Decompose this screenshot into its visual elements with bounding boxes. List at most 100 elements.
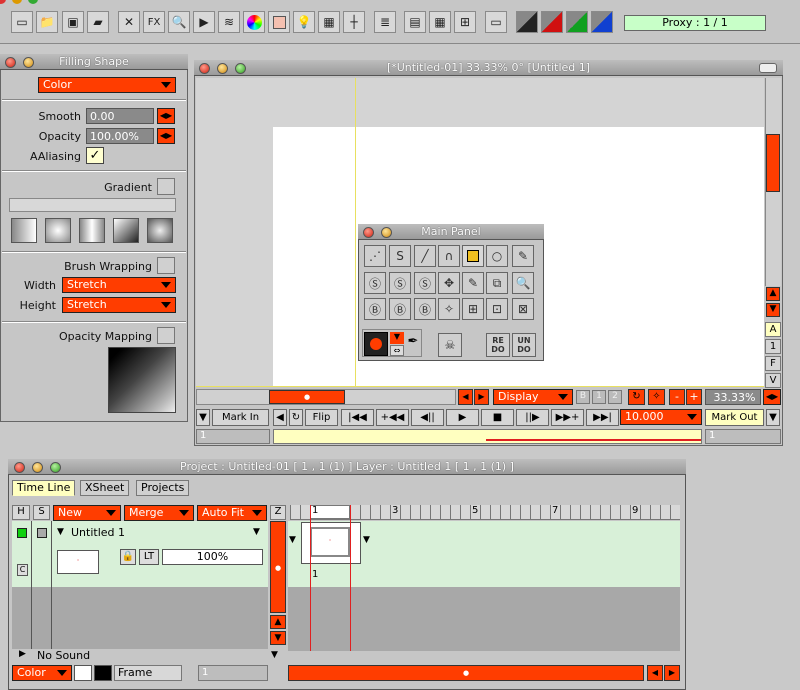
undo-button[interactable]: UN DO [512, 333, 536, 357]
line-tool-icon[interactable]: ╱ [414, 245, 436, 267]
main-panel-close-button[interactable] [363, 227, 374, 238]
layer-thumbnail[interactable]: · [57, 550, 99, 574]
mark-in-button[interactable]: Mark In [212, 409, 269, 426]
arc-tool-icon[interactable]: ∩ [438, 245, 460, 267]
cell-expand-icon[interactable]: ▼ [289, 535, 296, 545]
speaker-icon[interactable]: ◀ [273, 409, 287, 426]
solo-toggle[interactable] [37, 528, 47, 538]
z-scroll-thumb[interactable]: ● [270, 521, 286, 613]
lock-icon[interactable]: 🔒 [120, 549, 136, 565]
opacity-mapping-preview[interactable] [108, 347, 176, 413]
width-select[interactable]: Stretch [62, 277, 176, 293]
frame-slider[interactable] [273, 429, 702, 444]
minimize-button[interactable] [23, 57, 34, 68]
layer-menu-icon[interactable]: ▼ [253, 527, 260, 537]
select-b-circle-tool-icon[interactable]: Ⓑ [389, 298, 411, 320]
last-frame-icon[interactable]: ▶▶| [586, 409, 619, 426]
channel-red-icon[interactable] [541, 11, 563, 33]
select-b-hand-tool-icon[interactable]: Ⓑ [414, 298, 436, 320]
layer-opacity-field[interactable]: 100% [162, 549, 263, 565]
height-select[interactable]: Stretch [62, 297, 176, 313]
zoom-field[interactable]: 33.33% [705, 389, 761, 405]
color-dropdown-icon[interactable]: ▼ [390, 332, 404, 344]
select-s-circle-tool-icon[interactable]: Ⓢ [389, 272, 411, 294]
smooth-field[interactable]: 0.00 [86, 108, 154, 124]
ellipse-tool-icon[interactable]: ○ [486, 245, 508, 267]
display-select[interactable]: Display [493, 389, 573, 405]
smooth-stepper[interactable]: ◀▶ [157, 108, 175, 124]
fast-forward-icon[interactable]: ▶▶+ [551, 409, 584, 426]
project-maximize-button[interactable] [50, 462, 61, 473]
color-swatch-button[interactable] [364, 332, 388, 356]
project-close-button[interactable] [14, 462, 25, 473]
black-swatch[interactable] [94, 665, 112, 681]
fill-mode-select[interactable]: Color [38, 77, 176, 93]
channel-blue-icon[interactable] [591, 11, 613, 33]
quad-icon[interactable]: ⊞ [454, 11, 476, 33]
cell-menu-icon[interactable]: ▼ [363, 535, 370, 545]
flip-button[interactable]: Flip [305, 409, 338, 426]
select-s-tool-icon[interactable]: Ⓢ [364, 272, 386, 294]
panel-icon[interactable]: ▤ [404, 11, 426, 33]
side-button-v[interactable]: V [765, 373, 781, 388]
tools-icon[interactable]: ✕ [118, 11, 140, 33]
fps-select[interactable]: 10.000 [620, 409, 702, 425]
z-scroll-down-button[interactable]: ▼ [270, 631, 286, 645]
project-minimize-button[interactable] [32, 462, 43, 473]
viewer-collapse-icon[interactable] [759, 63, 777, 73]
timeline-scroll-right[interactable]: ▶ [664, 665, 680, 681]
new-file-icon[interactable]: ▭ [11, 11, 33, 33]
layer-name[interactable]: Untitled 1 [71, 526, 125, 539]
loop-icon[interactable]: ↻ [289, 409, 303, 426]
zoom-out-button[interactable]: - [669, 389, 685, 405]
play-button-icon[interactable]: ▶ [446, 409, 479, 426]
scroll-down-button[interactable]: ▼ [766, 303, 780, 317]
gradient-linear-icon[interactable] [11, 218, 37, 243]
swap-icon[interactable]: ⇔ [390, 345, 404, 356]
zoom-stepper[interactable]: ◀▶ [763, 389, 781, 405]
eyedropper-icon[interactable]: ✒ [405, 334, 421, 354]
stack-icon[interactable]: ≣ [374, 11, 396, 33]
zoom-icon[interactable]: 🔍 [168, 11, 190, 33]
viewer-minimize-button[interactable] [217, 63, 228, 74]
channel-green-icon[interactable] [566, 11, 588, 33]
mark-out-button[interactable]: Mark Out [705, 409, 764, 426]
lt-button[interactable]: LT [139, 549, 159, 565]
brush-wrapping-toggle[interactable] [157, 257, 175, 274]
frame-end-field[interactable]: 1 [705, 429, 781, 444]
clear-skull-icon[interactable]: ☠ [438, 333, 462, 357]
fx-button[interactable]: FX [143, 11, 165, 33]
opacity-stepper[interactable]: ◀▶ [157, 128, 175, 144]
sound-expand-icon[interactable]: ▶ [19, 649, 26, 659]
scroll-up-button[interactable]: ▲ [766, 287, 780, 301]
monitor-icon[interactable]: ▭ [485, 11, 507, 33]
color-mode-select[interactable]: Color [12, 665, 72, 681]
white-swatch[interactable] [74, 665, 92, 681]
channel-black-icon[interactable] [516, 11, 538, 33]
z-scroll-up-button[interactable]: ▲ [270, 615, 286, 629]
select-s-hand-tool-icon[interactable]: Ⓢ [414, 272, 436, 294]
c-button[interactable]: C [17, 564, 28, 576]
opacity-field[interactable]: 100.00% [86, 128, 154, 144]
frame-value-field[interactable]: 1 [198, 665, 268, 681]
timeline-scroll-left[interactable]: ◀ [647, 665, 663, 681]
prev-frame-icon[interactable]: ◀|| [411, 409, 444, 426]
tab-projects[interactable]: Projects [136, 480, 190, 496]
fill-brush-tool-icon[interactable]: ✎ [462, 272, 484, 294]
gradient-corner-icon[interactable] [113, 218, 139, 243]
swatch-icon[interactable] [268, 11, 290, 33]
distort-tool-icon[interactable]: ⊠ [512, 298, 534, 320]
side-button-1[interactable]: 1 [765, 339, 781, 354]
autofit-select[interactable]: Auto Fit [197, 505, 267, 521]
rectangle-tool-icon[interactable] [462, 245, 484, 267]
rewind-icon[interactable]: +◀◀ [376, 409, 409, 426]
rotate-icon[interactable]: ↻ [628, 389, 645, 405]
move-tool-icon[interactable]: ✥ [438, 272, 460, 294]
save-icon[interactable]: ▣ [62, 11, 84, 33]
first-frame-icon[interactable]: |◀◀ [341, 409, 374, 426]
side-button-f[interactable]: F [765, 356, 781, 371]
layers-icon[interactable]: ≋ [218, 11, 240, 33]
lightbulb-icon[interactable]: 💡 [293, 11, 315, 33]
stop-icon[interactable]: ■ [481, 409, 514, 426]
open-folder-icon[interactable]: 📁 [36, 11, 58, 33]
